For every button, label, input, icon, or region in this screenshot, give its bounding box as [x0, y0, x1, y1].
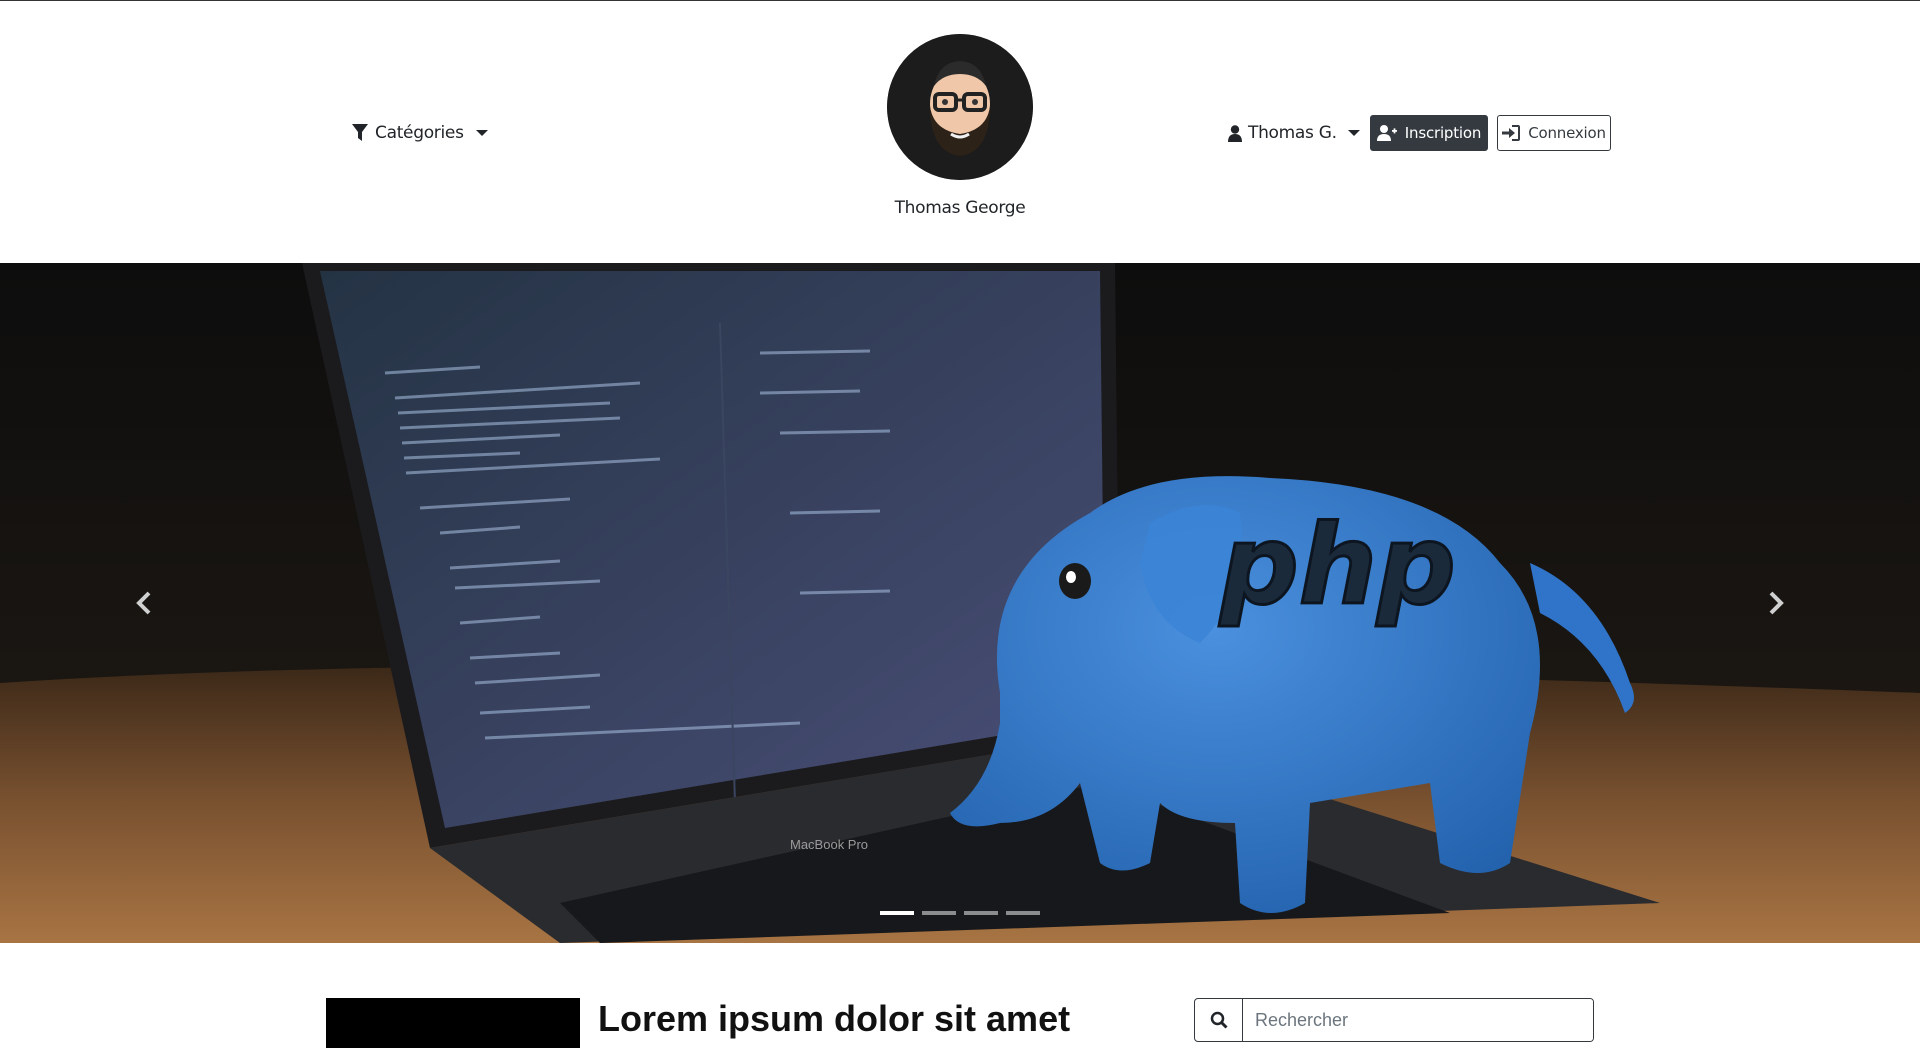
user-icon: [1228, 124, 1242, 142]
carousel-indicator[interactable]: [922, 911, 956, 915]
user-menu-label: Thomas G.: [1248, 123, 1337, 143]
site-header: Catégories Thomas George Thomas G. Inscr…: [0, 1, 1920, 263]
filter-icon: [352, 124, 368, 141]
search-icon: [1210, 1011, 1228, 1029]
carousel-indicator[interactable]: [964, 911, 998, 915]
register-label: Inscription: [1404, 124, 1482, 142]
chevron-right-icon: [1769, 591, 1784, 615]
hero-carousel: MacBook Pro php: [0, 263, 1920, 943]
chevron-left-icon: [136, 591, 151, 615]
sign-in-icon: [1502, 125, 1521, 141]
search-button[interactable]: [1195, 999, 1243, 1041]
carousel-indicator[interactable]: [880, 911, 914, 915]
php-mascot-text: php: [1218, 501, 1456, 629]
carousel-next-button[interactable]: [1736, 563, 1816, 643]
search-bar: [1194, 998, 1594, 1042]
register-button[interactable]: Inscription: [1370, 115, 1488, 151]
login-button[interactable]: Connexion: [1497, 115, 1611, 151]
carousel-indicator[interactable]: [1006, 911, 1040, 915]
login-label: Connexion: [1528, 124, 1606, 142]
user-dropdown[interactable]: Thomas G.: [1228, 119, 1360, 147]
carousel-indicators: [880, 911, 1040, 915]
chevron-down-icon: [475, 130, 488, 136]
post-title[interactable]: Lorem ipsum dolor sit amet: [598, 998, 1070, 1040]
user-plus-icon: [1376, 125, 1397, 141]
categories-dropdown[interactable]: Catégories: [352, 119, 488, 147]
categories-label: Catégories: [375, 123, 464, 143]
author-name: Thomas George: [894, 198, 1026, 218]
laptop-label: MacBook Pro: [790, 837, 868, 852]
carousel-slide-image: MacBook Pro php: [0, 263, 1920, 943]
carousel-prev-button[interactable]: [104, 563, 184, 643]
post-thumbnail[interactable]: [326, 998, 580, 1048]
avatar: [887, 34, 1033, 180]
search-input[interactable]: [1243, 999, 1593, 1041]
chevron-down-icon: [1347, 130, 1360, 136]
